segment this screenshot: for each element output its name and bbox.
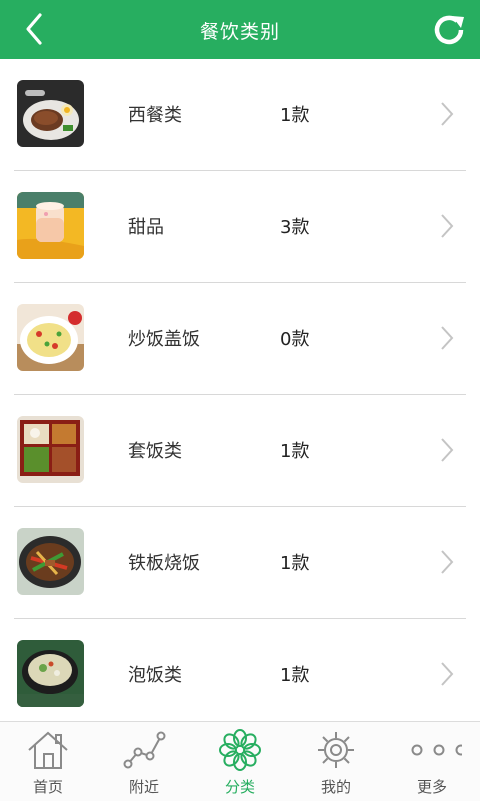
tab-label: 我的: [320, 778, 351, 796]
soup-rice-thumbnail: [17, 640, 84, 707]
tab-category[interactable]: 分类: [192, 722, 288, 801]
category-count: 1款: [280, 105, 310, 126]
gear-icon: [318, 732, 354, 768]
tab-mine[interactable]: 我的: [288, 722, 384, 801]
tab-label: 首页: [32, 778, 63, 796]
tab-more[interactable]: 更多: [384, 722, 480, 801]
category-row-teppanyaki[interactable]: 铁板烧饭 1款: [14, 507, 466, 619]
app-header: 餐饮类别: [0, 0, 480, 59]
teppanyaki-thumbnail: [17, 528, 84, 595]
category-name: 铁板烧饭: [128, 553, 200, 574]
home-icon: [28, 731, 68, 769]
refresh-icon[interactable]: [430, 11, 468, 49]
pudding-jar-thumbnail: [17, 192, 84, 259]
tab-label: 分类: [224, 778, 255, 796]
chevron-right-icon: [441, 326, 454, 350]
chevron-right-icon: [441, 102, 454, 126]
more-dots-icon: [411, 744, 462, 756]
fried-rice-thumbnail: [17, 304, 84, 371]
category-count: 1款: [280, 553, 310, 574]
tab-label: 更多: [416, 778, 447, 796]
category-name: 套饭类: [128, 441, 182, 462]
category-row-soup-rice[interactable]: 泡饭类 1款: [14, 619, 466, 721]
category-name: 炒饭盖饭: [128, 329, 200, 350]
category-count: 0款: [280, 329, 310, 350]
category-row-set-meal[interactable]: 套饭类 1款: [14, 395, 466, 507]
steak-plate-thumbnail: [17, 80, 84, 147]
category-row-western[interactable]: 西餐类 1款: [14, 59, 466, 171]
category-name: 甜品: [128, 217, 164, 238]
category-row-dessert[interactable]: 甜品 3款: [14, 171, 466, 283]
category-name: 泡饭类: [128, 665, 182, 686]
chevron-right-icon: [441, 438, 454, 462]
category-flower-icon: [219, 729, 261, 771]
category-list: 西餐类 1款 甜品 3款 炒饭盖饭 0款 套饭类 1款 铁板烧饭 1款 泡饭类 …: [0, 59, 480, 721]
category-name: 西餐类: [128, 105, 182, 126]
tab-label: 附近: [128, 778, 159, 796]
category-count: 1款: [280, 665, 310, 686]
category-count: 1款: [280, 441, 310, 462]
category-row-fried-rice[interactable]: 炒饭盖饭 0款: [14, 283, 466, 395]
tab-home[interactable]: 首页: [0, 722, 96, 801]
chevron-right-icon: [441, 550, 454, 574]
bottom-tab-bar: 首页 附近 分类 我的 更多: [0, 721, 480, 801]
page-title: 餐饮类别: [199, 21, 280, 43]
category-count: 3款: [280, 217, 310, 238]
route-icon: [123, 731, 166, 769]
chevron-right-icon: [441, 214, 454, 238]
tab-nearby[interactable]: 附近: [96, 722, 192, 801]
chevron-right-icon: [441, 662, 454, 686]
bento-box-thumbnail: [17, 416, 84, 483]
